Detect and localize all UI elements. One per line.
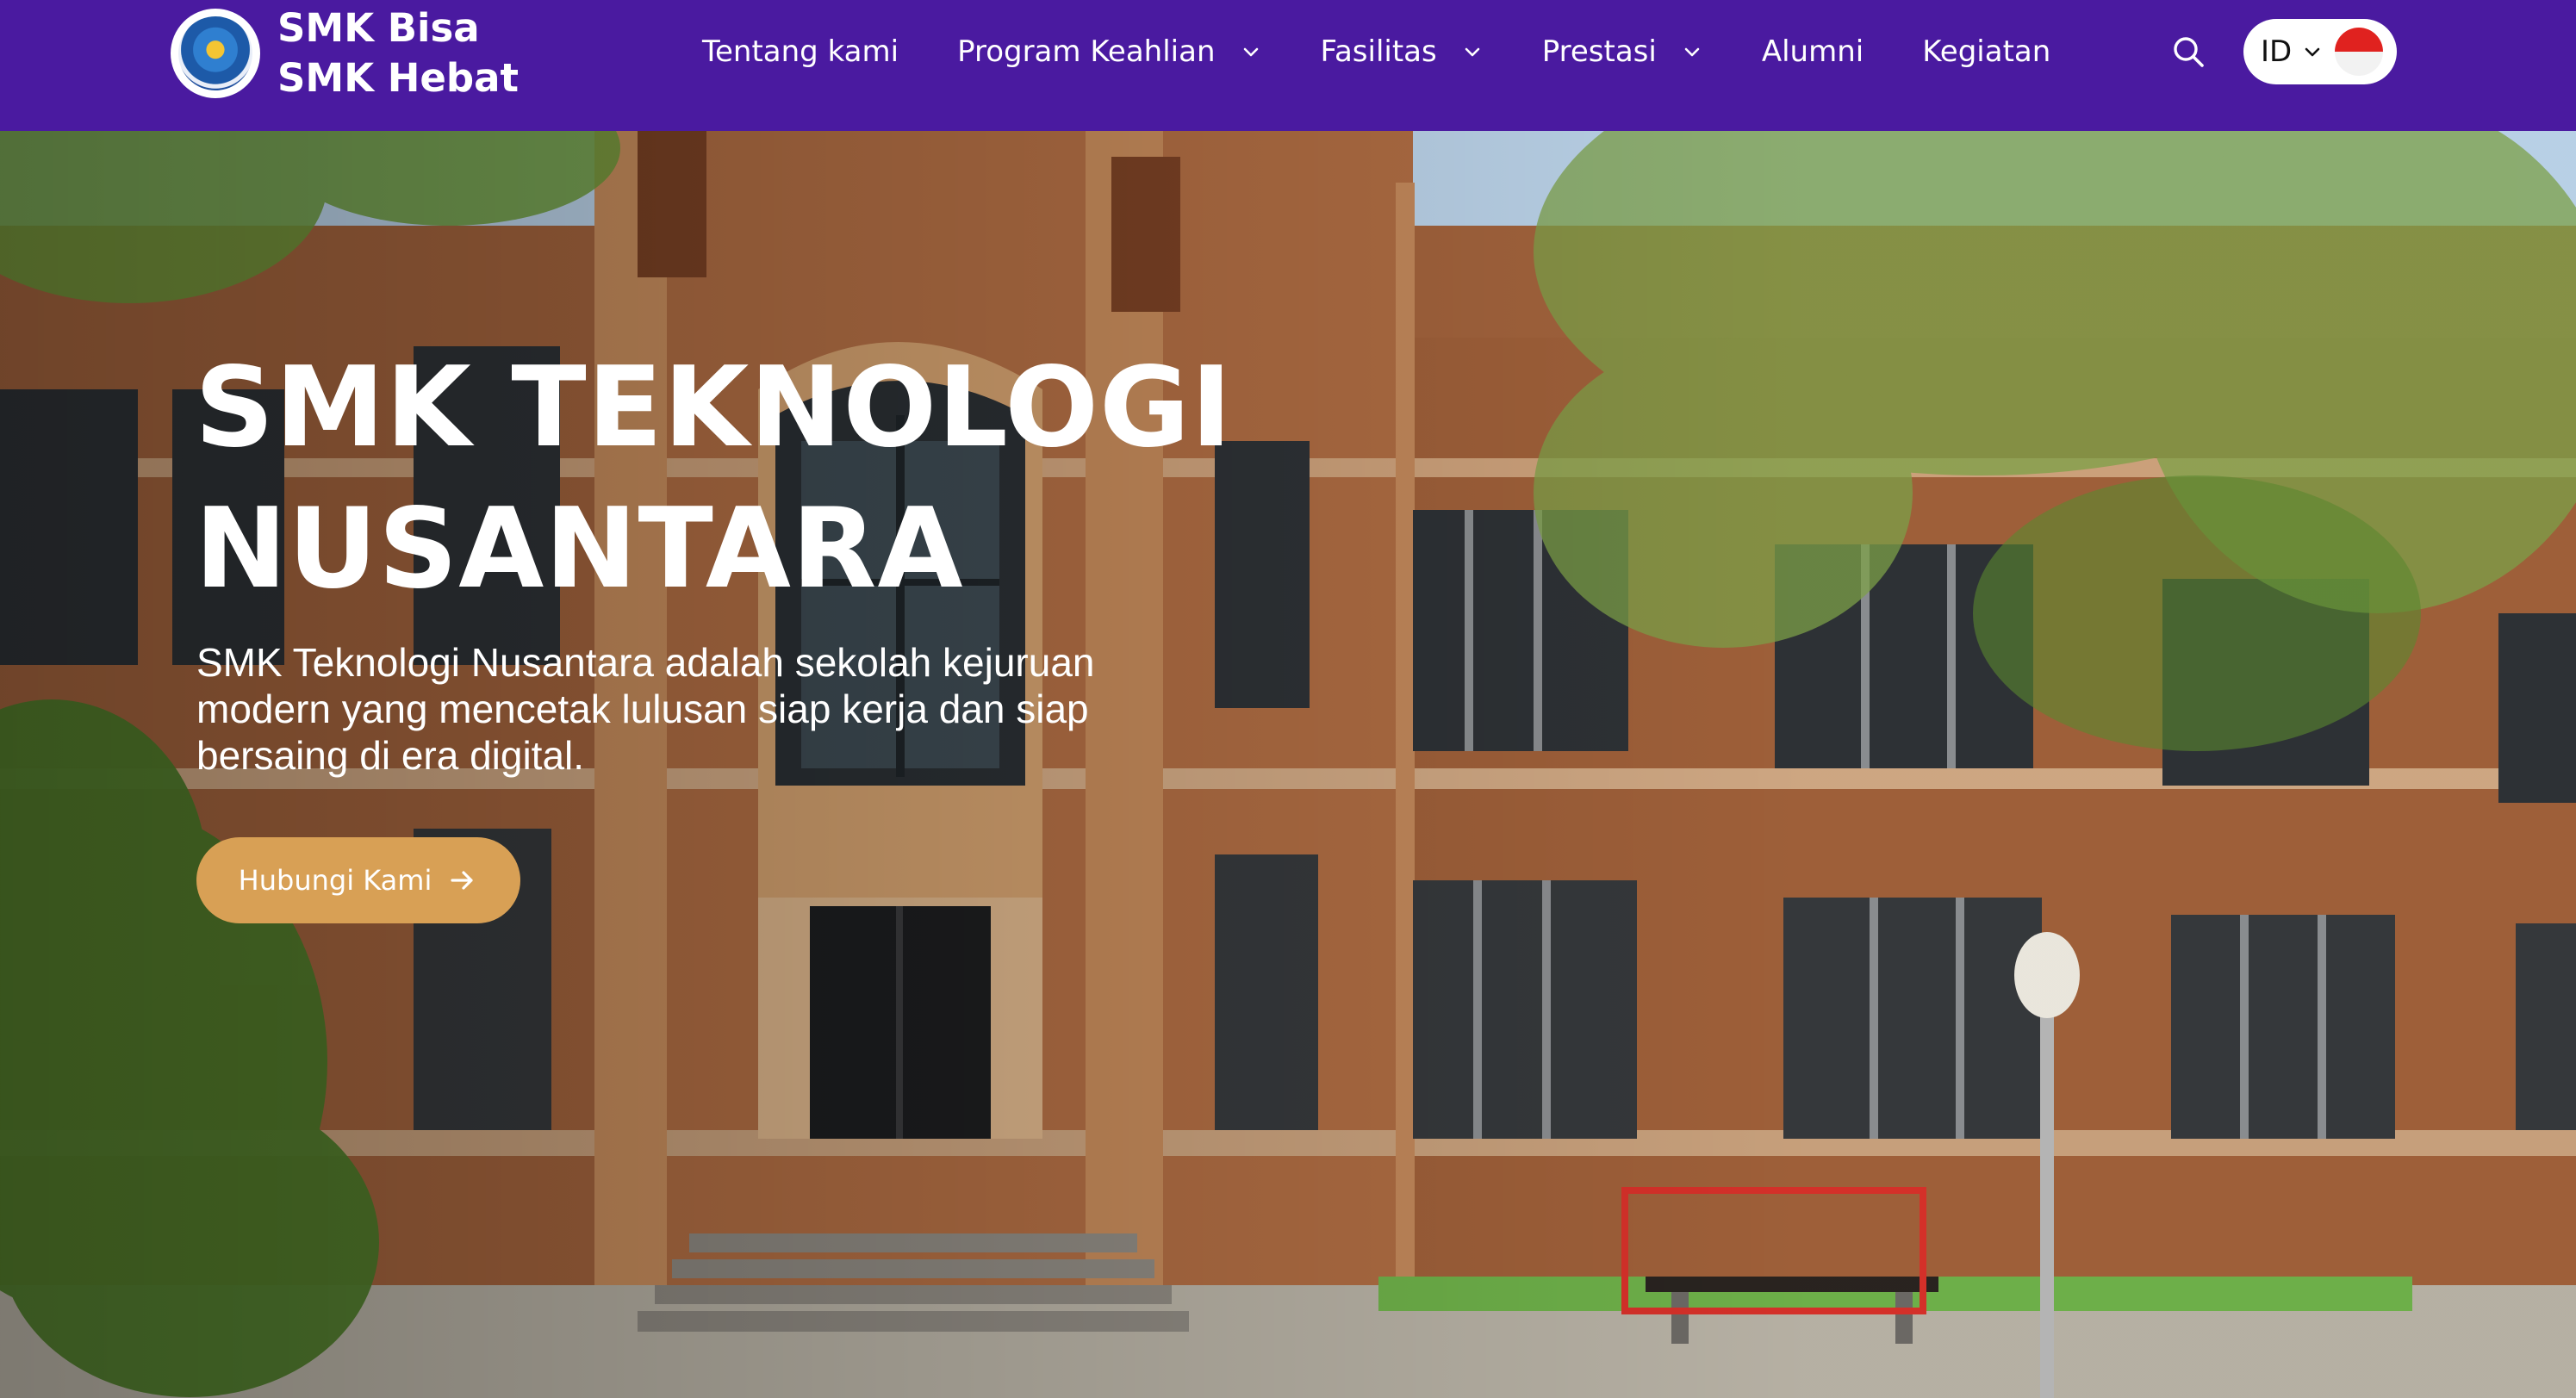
nav-item-fasilitas[interactable]: Fasilitas — [1321, 34, 1484, 69]
chevron-down-icon — [1681, 40, 1703, 63]
nav-item-kegiatan[interactable]: Kegiatan — [1922, 34, 2050, 69]
nav-label: Tentang kami — [702, 34, 899, 69]
nav-label: Kegiatan — [1922, 34, 2051, 69]
nav-label: Program Keahlian — [957, 34, 1216, 69]
indonesia-flag-icon — [2335, 28, 2383, 76]
hero-description-line-2: modern yang mencetak lulusan siap kerja … — [196, 687, 1089, 731]
brand-line-1: SMK Bisa — [277, 5, 480, 51]
hero-section: SMK TEKNOLOGI NUSANTARA SMK Teknologi Nu… — [0, 131, 2576, 1398]
tut-wuri-handayani-logo-icon — [171, 9, 260, 98]
brand-text: SMK Bisa SMK Hebat — [277, 3, 519, 103]
hero-title: SMK TEKNOLOGI NUSANTARA — [195, 338, 1401, 620]
hero-description: SMK Teknologi Nusantara adalah sekolah k… — [196, 639, 1265, 779]
nav-label: Prestasi — [1541, 34, 1657, 69]
main-nav: Tentang kami Program Keahlian Fasilitas … — [702, 0, 2050, 103]
hero-description-line-3: bersaing di era digital. — [196, 733, 585, 778]
hero-title-line-2: NUSANTARA — [195, 485, 964, 613]
hero-title-line-1: SMK TEKNOLOGI — [195, 344, 1233, 472]
language-code: ID — [2261, 34, 2293, 69]
nav-item-program-keahlian[interactable]: Program Keahlian — [957, 34, 1261, 69]
brand-line-2: SMK Hebat — [277, 55, 519, 101]
contact-us-label: Hubungi Kami — [238, 864, 432, 897]
arrow-right-icon — [447, 865, 478, 896]
brand[interactable]: SMK Bisa SMK Hebat — [171, 5, 519, 101]
nav-item-prestasi[interactable]: Prestasi — [1542, 34, 1703, 69]
navbar: SMK Bisa SMK Hebat Tentang kami Program … — [0, 0, 2576, 131]
language-selector[interactable]: ID — [2243, 19, 2397, 84]
chevron-down-icon — [1461, 40, 1484, 63]
search-icon[interactable] — [2169, 33, 2207, 71]
contact-us-button[interactable]: Hubungi Kami — [196, 837, 520, 923]
chevron-down-icon — [2302, 41, 2323, 62]
nav-label: Alumni — [1761, 34, 1864, 69]
chevron-down-icon — [1240, 40, 1262, 63]
nav-item-tentang-kami[interactable]: Tentang kami — [702, 34, 899, 69]
nav-item-alumni[interactable]: Alumni — [1762, 34, 1864, 69]
hero-description-line-1: SMK Teknologi Nusantara adalah sekolah k… — [196, 640, 1095, 685]
nav-label: Fasilitas — [1320, 34, 1437, 69]
